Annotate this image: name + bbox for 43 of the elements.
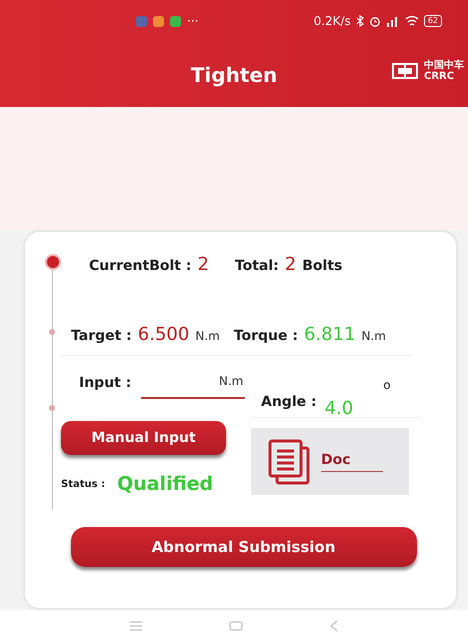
logo-text: 中国中车 — [424, 60, 464, 71]
notification-icon — [153, 16, 164, 26]
total-unit: Bolts — [302, 258, 342, 274]
bluetooth-icon — [356, 15, 364, 27]
target-value: 6.500 — [138, 324, 190, 345]
wifi-icon — [404, 15, 419, 27]
total-label: Total: — [234, 258, 279, 274]
target-unit: N.m — [195, 329, 220, 343]
notification-icon — [136, 16, 147, 26]
timeline-dot — [49, 405, 55, 411]
status-label: Status : — [61, 478, 106, 490]
network-speed: 0.2K/s — [314, 14, 351, 28]
current-bolt-value: 2 — [197, 254, 209, 275]
alarm-icon — [368, 15, 381, 27]
torque-value: 6.811 — [304, 324, 356, 345]
document-icon — [267, 438, 311, 484]
page-title: Tighten — [190, 62, 278, 86]
manual-input-button[interactable]: Manual Input — [61, 421, 226, 455]
angle-value: 4.0 — [324, 398, 354, 419]
angle-label: Angle : — [261, 394, 317, 410]
signal-icon — [386, 15, 400, 27]
menu-icon[interactable] — [129, 621, 143, 631]
overflow-indicator: ··· — [187, 14, 198, 28]
total-value: 2 — [284, 254, 296, 275]
torque-unit: N.m — [362, 329, 386, 343]
torque-label: Torque : — [234, 328, 298, 344]
abnormal-submission-button[interactable]: Abnormal Submission — [70, 527, 416, 567]
input-label: Input : — [79, 375, 132, 391]
doc-link[interactable]: Doc — [321, 452, 383, 472]
battery-indicator: 62 — [424, 15, 442, 27]
torque-input-field[interactable]: N.m — [141, 374, 246, 399]
status-value: Qualified — [117, 473, 214, 495]
home-icon[interactable] — [229, 621, 243, 631]
angle-unit: o — [383, 378, 391, 392]
doc-panel[interactable]: Doc — [251, 428, 409, 495]
notification-icon — [170, 16, 181, 26]
timeline-dot — [49, 329, 55, 335]
back-icon[interactable] — [329, 620, 339, 632]
timeline-dot — [45, 254, 61, 270]
logo-text: CRRC — [424, 71, 456, 82]
logo-icon — [392, 63, 418, 79]
target-label: Target : — [71, 328, 132, 344]
current-bolt-label: CurrentBolt : — [89, 258, 192, 274]
